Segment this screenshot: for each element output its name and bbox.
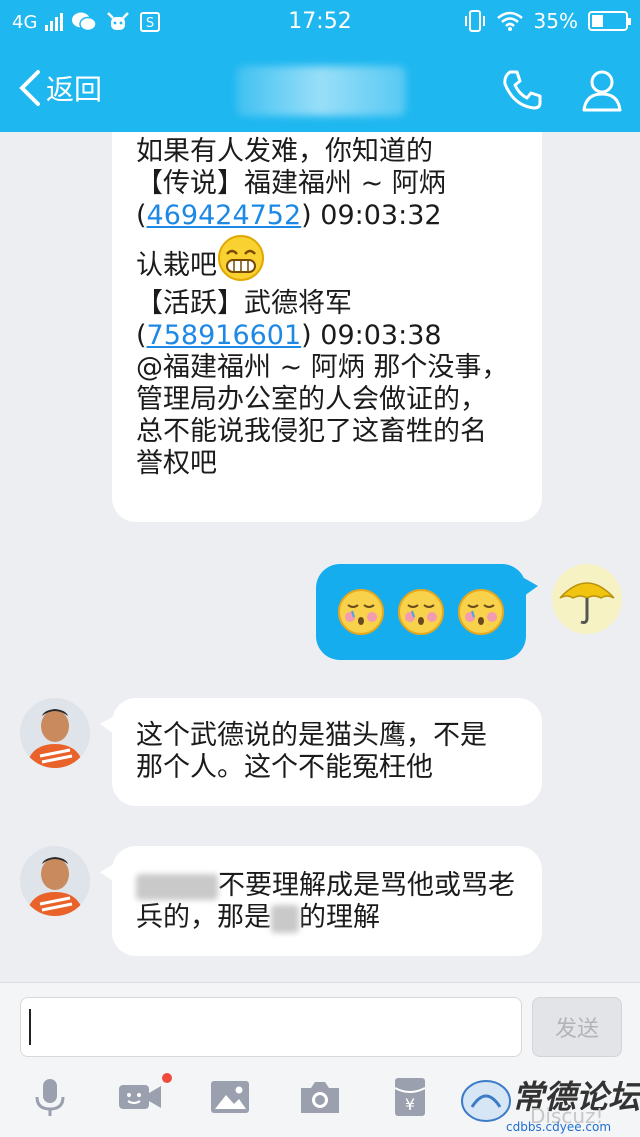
message-line: 管理局办公室的人会做证的， xyxy=(136,384,487,415)
status-bar: 4G S 17:52 35% xyxy=(0,0,640,44)
back-label: 返回 xyxy=(46,73,103,106)
status-right: 35% xyxy=(464,9,631,33)
redacted-text xyxy=(271,904,299,933)
phone-icon[interactable] xyxy=(498,66,546,114)
watermark-url: cdbbs.cdyee.com xyxy=(506,1120,612,1134)
sender-avatar[interactable] xyxy=(20,698,90,768)
person-photo xyxy=(20,698,90,768)
quoted-meta: (758916601) 09:03:38 xyxy=(136,320,442,351)
message-line: 那个人。这个不能冤枉他 xyxy=(136,752,433,783)
qq-number-link[interactable]: 758916601 xyxy=(147,320,302,351)
my-avatar[interactable] xyxy=(552,564,622,634)
person-photo xyxy=(20,846,90,916)
wifi-icon xyxy=(496,11,523,31)
message-time: 09:03:32 xyxy=(320,200,442,231)
notification-dot xyxy=(162,1073,172,1083)
dizzy-emoji-icon xyxy=(398,589,444,635)
message-time: 09:03:38 xyxy=(320,320,442,351)
outgoing-message[interactable] xyxy=(316,564,538,660)
text-caret xyxy=(29,1009,31,1045)
red-packet-icon[interactable]: ¥ xyxy=(386,1073,434,1121)
forum-logo xyxy=(461,1080,511,1122)
incoming-message[interactable]: 这个武德说的是猫头鹰，不是 那个人。这个不能冤枉他 xyxy=(100,698,542,806)
message-line: 誉权吧 xyxy=(136,448,217,479)
sender-avatar[interactable] xyxy=(20,846,90,916)
message-line: 【传说】福建福州 ~ 阿炳 xyxy=(136,168,446,199)
message-line: 认栽吧 xyxy=(136,235,518,288)
chat-title-blurred xyxy=(236,66,406,116)
chat-area[interactable]: 如果有人发难，你知道的 【传说】福建福州 ~ 阿炳 (469424752) 09… xyxy=(0,132,640,982)
message-input[interactable] xyxy=(20,997,522,1057)
chat-header: 返回 xyxy=(0,44,640,132)
message-line: 这个武德说的是猫头鹰，不是 xyxy=(136,720,487,751)
qq-number-link[interactable]: 469424752 xyxy=(147,200,302,231)
message-line: 兵的，那是 的理解 xyxy=(136,902,380,933)
microphone-icon[interactable] xyxy=(26,1073,74,1121)
incoming-message[interactable]: 不要理解成是骂他或骂老 兵的，那是 的理解 xyxy=(100,846,542,956)
person-icon[interactable] xyxy=(578,66,626,114)
message-line: 如果有人发难，你知道的 xyxy=(136,136,433,167)
camera-icon[interactable] xyxy=(296,1073,344,1121)
svg-text:¥: ¥ xyxy=(405,1095,415,1114)
back-button[interactable]: 返回 xyxy=(16,64,102,112)
message-line: 不要理解成是骂他或骂老 xyxy=(136,870,518,902)
message-line: @福建福州 ~ 阿炳 那个没事， xyxy=(136,352,509,383)
incoming-message[interactable]: 如果有人发难，你知道的 【传说】福建福州 ~ 阿炳 (469424752) 09… xyxy=(112,132,542,522)
message-line: 总不能说我侵犯了这畜牲的名 xyxy=(136,416,487,447)
battery-percent: 35% xyxy=(533,9,578,33)
battery-icon xyxy=(588,11,631,31)
sender-line: 【活跃】武德将军 xyxy=(136,288,352,319)
video-call-icon[interactable] xyxy=(116,1073,164,1121)
dizzy-emoji-icon xyxy=(458,589,504,635)
image-icon[interactable] xyxy=(206,1073,254,1121)
quoted-meta: (469424752) 09:03:32 xyxy=(136,200,442,231)
redacted-text xyxy=(136,873,218,900)
umbrella-icon xyxy=(559,582,615,624)
grin-emoji-icon xyxy=(218,235,264,281)
vibrate-icon xyxy=(464,10,485,32)
send-button[interactable]: 发送 xyxy=(532,997,622,1057)
chevron-left-icon xyxy=(19,70,40,106)
dizzy-emoji-icon xyxy=(338,589,384,635)
